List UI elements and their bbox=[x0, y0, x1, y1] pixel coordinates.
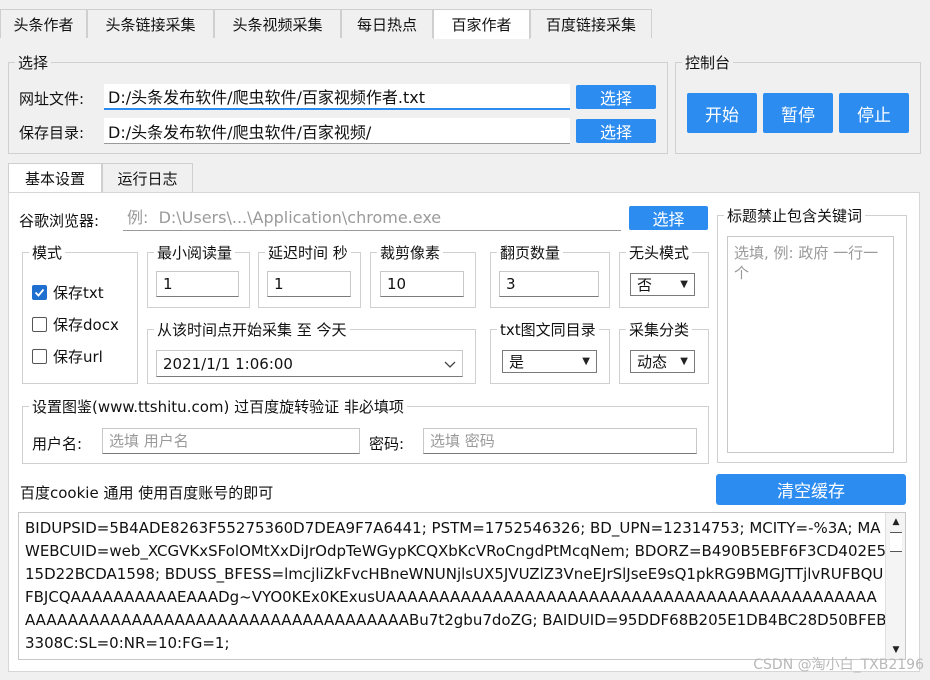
save-url-label: 保存url bbox=[53, 348, 103, 366]
save-docx-label: 保存docx bbox=[53, 316, 119, 334]
password-input[interactable] bbox=[423, 428, 697, 454]
pages-input[interactable] bbox=[499, 271, 599, 297]
save-txt-option[interactable]: 保存txt bbox=[32, 282, 104, 303]
category-value: 动态 bbox=[637, 353, 668, 371]
mode-legend: 模式 bbox=[32, 244, 63, 262]
stop-button[interactable]: 停止 bbox=[839, 93, 909, 133]
tab-basic-settings[interactable]: 基本设置 bbox=[8, 163, 102, 193]
tab-run-log[interactable]: 运行日志 bbox=[102, 163, 193, 192]
watermark: CSDN @淘小白_TXB2196 bbox=[753, 657, 924, 673]
dropdown-arrow-icon: ▼ bbox=[680, 279, 688, 290]
checkbox-unchecked-icon[interactable] bbox=[32, 349, 47, 364]
headless-legend: 无头模式 bbox=[629, 244, 690, 262]
same-dir-select[interactable]: 是 ▼ bbox=[502, 350, 597, 373]
save-url-option[interactable]: 保存url bbox=[32, 346, 103, 367]
checkbox-checked-icon[interactable] bbox=[32, 285, 47, 300]
pause-button[interactable]: 暂停 bbox=[763, 93, 833, 133]
password-label: 密码: bbox=[369, 435, 405, 453]
username-input[interactable] bbox=[102, 428, 360, 454]
clear-cache-button[interactable]: 清空缓存 bbox=[716, 474, 906, 505]
save-dir-input[interactable] bbox=[104, 118, 570, 144]
top-tab-bar: 头条作者 头条链接采集 头条视频采集 每日热点 百家作者 百度链接采集 bbox=[0, 9, 930, 39]
headless-value: 否 bbox=[637, 276, 653, 294]
select-group-legend: 选择 bbox=[18, 54, 49, 72]
ttshitu-legend: 设置图鉴(www.ttshitu.com) 过百度旋转验证 非必填项 bbox=[32, 398, 404, 416]
tab-toutiao-video[interactable]: 头条视频采集 bbox=[214, 9, 341, 38]
keywords-textarea[interactable] bbox=[727, 236, 894, 453]
save-docx-option[interactable]: 保存docx bbox=[32, 314, 119, 335]
min-read-input[interactable] bbox=[156, 271, 239, 297]
scroll-thumb[interactable] bbox=[890, 532, 902, 552]
save-dir-label: 保存目录: bbox=[19, 124, 85, 142]
cookie-textarea[interactable]: BIDUPSID=5B4ADE8263F55275360D7DEA9F7A644… bbox=[18, 512, 906, 660]
browser-label: 谷歌浏览器: bbox=[19, 212, 100, 230]
tab-daily-hot[interactable]: 每日热点 bbox=[341, 9, 433, 38]
category-select[interactable]: 动态 ▼ bbox=[630, 350, 695, 373]
start-button[interactable]: 开始 bbox=[687, 93, 757, 133]
delay-input[interactable] bbox=[267, 271, 351, 297]
save-txt-label: 保存txt bbox=[53, 284, 104, 302]
url-file-choose-button[interactable]: 选择 bbox=[576, 85, 656, 109]
console-group-legend: 控制台 bbox=[685, 54, 731, 72]
dropdown-arrow-icon: ▼ bbox=[680, 356, 688, 367]
keywords-legend: 标题禁止包含关键词 bbox=[727, 207, 863, 225]
tab-baijia-author[interactable]: 百家作者 bbox=[433, 9, 530, 39]
cookie-label: 百度cookie 通用 使用百度账号的即可 bbox=[20, 484, 274, 502]
category-legend: 采集分类 bbox=[629, 321, 690, 339]
browser-choose-button[interactable]: 选择 bbox=[629, 206, 708, 230]
delay-legend: 延迟时间 秒 bbox=[268, 244, 348, 262]
same-dir-legend: txt图文同目录 bbox=[500, 321, 596, 339]
tab-toutiao-author[interactable]: 头条作者 bbox=[0, 9, 87, 38]
url-file-input[interactable] bbox=[104, 84, 570, 110]
tab-baidu-link[interactable]: 百度链接采集 bbox=[530, 9, 652, 38]
time-range-legend: 从该时间点开始采集 至 今天 bbox=[157, 321, 347, 339]
crop-legend: 裁剪像素 bbox=[380, 244, 441, 262]
username-label: 用户名: bbox=[32, 435, 83, 453]
chevron-down-icon bbox=[444, 355, 456, 373]
crop-input[interactable] bbox=[380, 271, 464, 297]
headless-select[interactable]: 否 ▼ bbox=[630, 273, 695, 296]
tab-toutiao-link[interactable]: 头条链接采集 bbox=[87, 9, 214, 38]
save-dir-choose-button[interactable]: 选择 bbox=[576, 119, 656, 143]
checkbox-unchecked-icon[interactable] bbox=[32, 317, 47, 332]
time-range-picker[interactable]: 2021/1/1 1:06:00 bbox=[156, 350, 463, 377]
cookie-scrollbar[interactable]: ▲ ▼ bbox=[885, 513, 905, 659]
cookie-text: BIDUPSID=5B4ADE8263F55275360D7DEA9F7A644… bbox=[25, 519, 887, 652]
scroll-up-icon[interactable]: ▲ bbox=[886, 513, 905, 531]
min-read-legend: 最小阅读量 bbox=[157, 244, 233, 262]
pages-legend: 翻页数量 bbox=[500, 244, 561, 262]
browser-path-input[interactable] bbox=[123, 205, 621, 231]
same-dir-value: 是 bbox=[509, 353, 525, 371]
url-file-label: 网址文件: bbox=[19, 90, 85, 108]
dropdown-arrow-icon: ▼ bbox=[582, 356, 590, 367]
time-range-value: 2021/1/1 1:06:00 bbox=[163, 354, 293, 373]
